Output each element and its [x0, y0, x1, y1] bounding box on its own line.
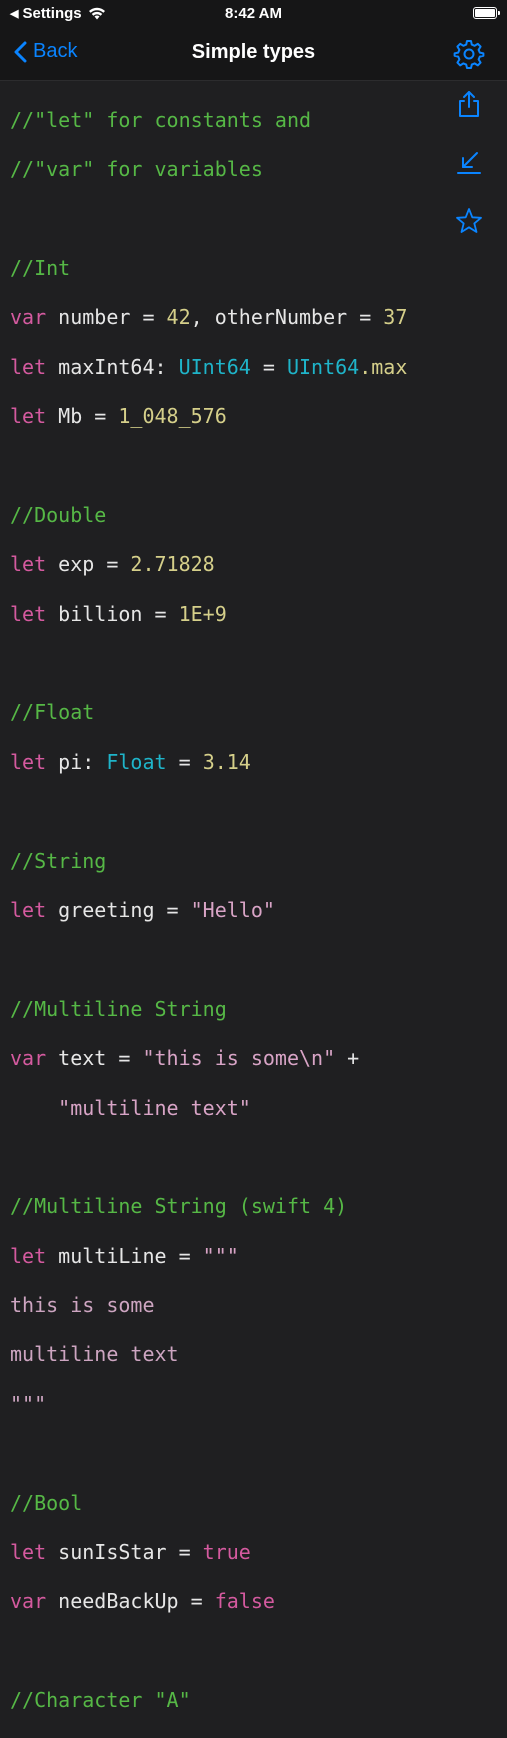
code-string: """ [202, 1243, 239, 1268]
code-text: pi: [46, 749, 107, 774]
code-comment: //Double [10, 502, 107, 527]
code-string: multiline text [10, 1342, 179, 1367]
code-listing[interactable]: //"let" for constants and //"var" for va… [10, 83, 417, 1738]
code-line: //Double [10, 503, 417, 528]
code-line: this is some [10, 1293, 417, 1318]
code-text: needBackUp = [46, 1589, 215, 1614]
code-text: sunIsStar = [46, 1540, 203, 1565]
navigation-bar: Back Simple types [0, 28, 507, 81]
code-comment: //Int [10, 255, 71, 280]
code-comment: //Float [10, 700, 95, 725]
code-comment: //Multiline String (swift 4) [10, 1194, 348, 1219]
code-line: let Mb = 1_048_576 [10, 404, 417, 429]
status-time: 8:42 AM [225, 5, 282, 22]
code-line: //Int [10, 256, 417, 281]
code-comment: //Multiline String [10, 996, 227, 1021]
code-number: 2.71828 [130, 552, 215, 577]
code-comment: //"var" for variables [10, 157, 263, 182]
code-type: UInt64 [286, 354, 360, 379]
code-line: let exp = 2.71828 [10, 552, 417, 577]
code-keyword: let [10, 601, 47, 626]
code-keyword: var [10, 1046, 47, 1071]
code-member: .max [359, 354, 408, 379]
code-text: number = [46, 305, 167, 330]
code-string: "multiline text" [58, 1095, 251, 1120]
code-string: "this is some\n" [142, 1046, 336, 1071]
code-line: multiline text [10, 1342, 417, 1367]
code-keyword: var [10, 305, 47, 330]
code-text: greeting = [46, 897, 191, 922]
code-text: = [166, 749, 203, 774]
code-keyword: var [10, 1589, 47, 1614]
code-line: let pi: Float = 3.14 [10, 750, 417, 775]
code-line: let sunIsStar = true [10, 1540, 417, 1565]
star-icon[interactable] [455, 207, 483, 235]
battery-icon [473, 7, 500, 19]
code-text: exp = [46, 552, 131, 577]
code-text: billion = [46, 601, 179, 626]
code-line: """ [10, 1392, 417, 1417]
code-text: + [335, 1046, 360, 1071]
code-string: this is some [10, 1293, 155, 1318]
code-keyword: let [10, 354, 47, 379]
code-line: //Multiline String [10, 997, 417, 1022]
code-keyword: let [10, 552, 47, 577]
code-text: = [250, 354, 287, 379]
code-keyword: let [10, 1540, 47, 1565]
code-number: 3.14 [202, 749, 251, 774]
code-line: //Bool [10, 1491, 417, 1516]
arrow-down-left-icon[interactable] [455, 148, 483, 176]
code-line: "multiline text" [10, 1096, 417, 1121]
code-keyword: let [10, 1243, 47, 1268]
code-line: let multiLine = """ [10, 1244, 417, 1269]
share-icon[interactable] [455, 90, 483, 118]
status-bar: ◀ Settings 8:42 AM [0, 0, 507, 28]
code-line: var text = "this is some\n" + [10, 1046, 417, 1071]
code-comment: //"let" for constants and [10, 107, 312, 132]
code-comment: //String [10, 848, 107, 873]
code-keyword: let [10, 749, 47, 774]
code-number: 1_048_576 [118, 404, 227, 429]
code-number: 42 [166, 305, 191, 330]
code-literal: false [214, 1589, 275, 1614]
code-line: //Character "A" [10, 1688, 417, 1713]
code-line: //"var" for variables [10, 157, 417, 182]
code-text: multiLine = [46, 1243, 203, 1268]
code-string: "Hello" [190, 897, 275, 922]
code-line: var needBackUp = false [10, 1589, 417, 1614]
code-literal: true [202, 1540, 251, 1565]
code-line: let maxInt64: UInt64 = UInt64.max [10, 355, 417, 380]
code-keyword: let [10, 897, 47, 922]
code-line: //Multiline String (swift 4) [10, 1194, 417, 1219]
code-text: , otherNumber = [190, 305, 384, 330]
code-string: """ [10, 1391, 47, 1416]
code-keyword: let [10, 404, 47, 429]
code-line: let billion = 1E+9 [10, 602, 417, 627]
code-line: var number = 42, otherNumber = 37 [10, 305, 417, 330]
code-type: UInt64 [178, 354, 251, 379]
gear-icon[interactable] [453, 38, 485, 70]
code-number: 1E+9 [178, 601, 227, 626]
code-comment: //Bool [10, 1490, 83, 1515]
code-line: //Float [10, 700, 417, 725]
code-line: //"let" for constants and [10, 108, 417, 133]
code-line: //String [10, 849, 417, 874]
code-number: 37 [383, 305, 408, 330]
code-text: text = [46, 1046, 143, 1071]
code-text: Mb = [46, 404, 119, 429]
page-title: Simple types [191, 41, 316, 63]
code-comment: //Character "A" [10, 1688, 191, 1713]
code-line: let greeting = "Hello" [10, 898, 417, 923]
code-text: maxInt64: [46, 354, 179, 379]
code-type: Float [106, 749, 167, 774]
